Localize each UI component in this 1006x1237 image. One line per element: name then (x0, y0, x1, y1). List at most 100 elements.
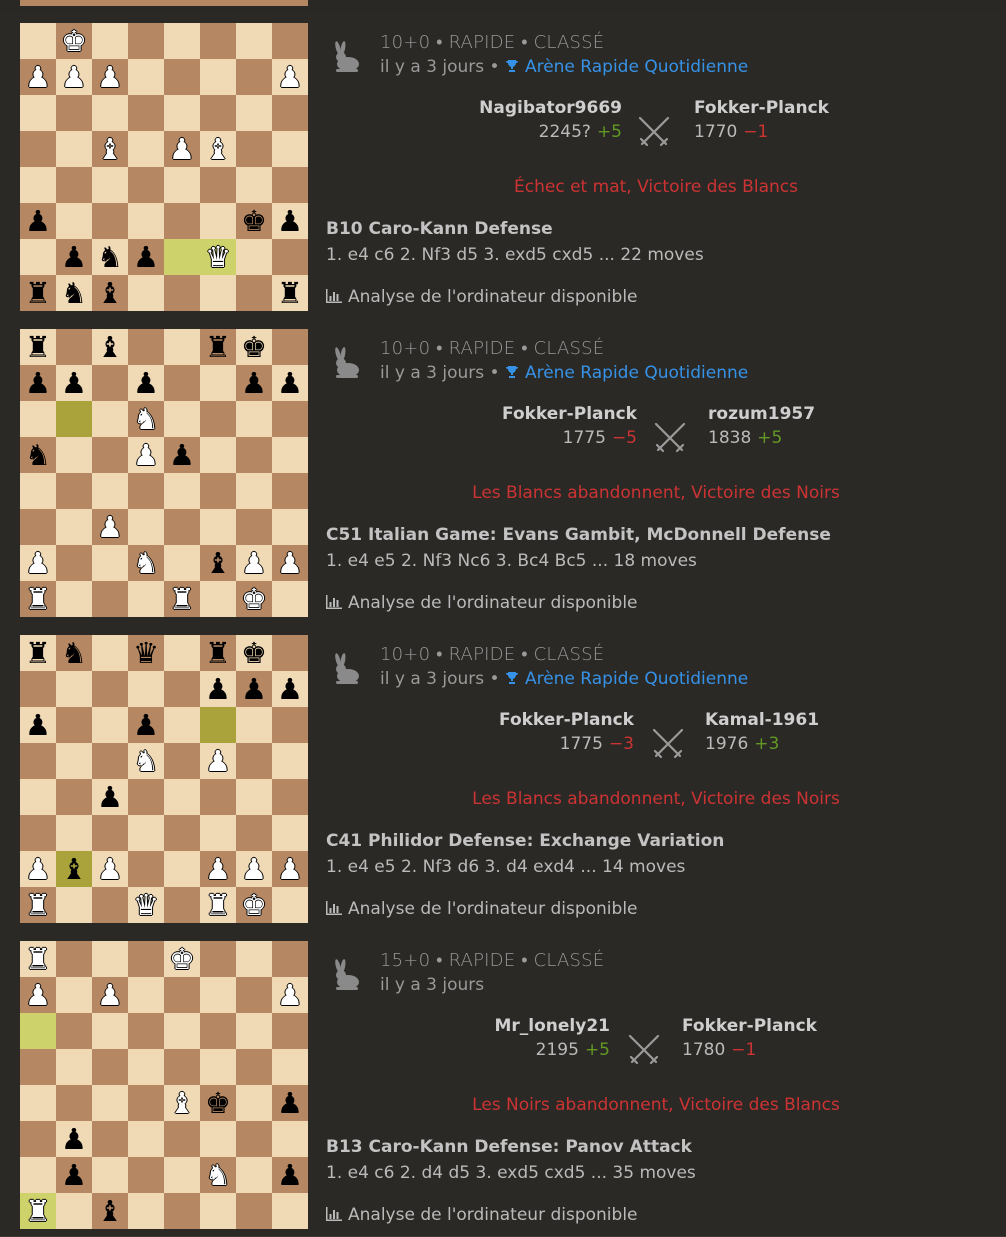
board-square (164, 203, 200, 239)
board-square (20, 509, 56, 545)
board-square (200, 401, 236, 437)
crossed-swords-icon[interactable] (650, 726, 686, 762)
board-square: ♟ (20, 203, 56, 239)
chess-board[interactable]: ♚ ♟ ♟ ♟ ♟ ♝ ♟ ♝ ♟ ♚ ♟ ♟ ♞ ♟ ♛ ♜ ♞ ♝ ♜ (20, 23, 308, 311)
board-square: ♜ (20, 635, 56, 671)
board-square (272, 329, 308, 365)
board-square (20, 1121, 56, 1157)
tournament-link[interactable]: Arène Rapide Quotidienne (505, 363, 748, 383)
board-square (128, 815, 164, 851)
board-square (164, 779, 200, 815)
chess-board[interactable]: ♜ ♞ ♛ ♜ ♚ ♟ ♟ ♟ ♟ ♟ ♞ ♟ ♟ ♟ ♝ ♟ ♟ ♟ ♟ ♜ ♛ ♜ ♚ (20, 635, 308, 923)
board-square: ♟ (272, 59, 308, 95)
board-square (92, 95, 128, 131)
white-player[interactable]: Fokker-Planck 1775 −3 (499, 710, 634, 754)
board-square: ♚ (56, 23, 92, 59)
board-square (164, 509, 200, 545)
opening-name[interactable]: C41 Philidor Defense: Exchange Variation (326, 831, 724, 851)
rating-diff: −1 (743, 122, 769, 142)
board-square (164, 23, 200, 59)
white-player[interactable]: Fokker-Planck 1775 −5 (502, 404, 637, 448)
chess-board[interactable]: ♜ ♝ ♜ ♚ ♟ ♟ ♟ ♟ ♟ ♞ ♞ ♟ ♟ ♟ ♟ ♞ ♝ ♟ ♟ ♜ ♜ ♚ (20, 329, 308, 617)
rabbit-icon (330, 958, 366, 994)
black-piece: ♞ (61, 276, 87, 310)
black-player[interactable]: Fokker-Planck 1770 −1 (694, 98, 829, 142)
board-square (164, 401, 200, 437)
white-piece: ♞ (133, 546, 159, 580)
game-row[interactable]: ♜ ♞ ♛ ♜ ♚ ♟ ♟ ♟ ♟ ♟ ♞ ♟ ♟ ♟ ♝ ♟ ♟ ♟ ♟ ♜ ♛ ♜ ♚ 10+0 • RAPIDE • C… (0, 624, 1006, 931)
chess-board[interactable]: ♜ ♚ ♟ ♟ ♟ ♝ ♚ ♟ ♟ ♟ ♞ ♟ ♜ ♝ (20, 941, 308, 1229)
game-row[interactable]: ♜ ♝ ♜ ♚ ♟ ♟ ♟ ♟ ♟ ♞ ♞ ♟ ♟ ♟ ♟ ♞ ♝ ♟ ♟ ♜ ♜ ♚ 10+0 • RAPIDE • CL… (0, 318, 1006, 625)
board-square (236, 1013, 272, 1049)
board-square (56, 131, 92, 167)
player-rating: 1770 −1 (694, 122, 829, 142)
board-square: ♟ (236, 545, 272, 581)
analysis-available[interactable]: Analyse de l'ordinateur disponible (326, 593, 638, 613)
board-square: ♝ (56, 851, 92, 887)
player-name[interactable]: Nagibator9669 (479, 98, 622, 118)
player-name[interactable]: Mr_lonely21 (494, 1016, 610, 1036)
board-square (200, 581, 236, 617)
analysis-available[interactable]: Analyse de l'ordinateur disponible (326, 1205, 638, 1225)
tournament-link[interactable]: Arène Rapide Quotidienne (505, 669, 748, 689)
rating-value: 2245? (538, 122, 591, 142)
board-square (56, 815, 92, 851)
board-square: ♟ (128, 365, 164, 401)
board-square (128, 1013, 164, 1049)
board-square (272, 1193, 308, 1229)
board-square: ♟ (92, 779, 128, 815)
board-square: ♟ (236, 671, 272, 707)
opening-name[interactable]: B13 Caro-Kann Defense: Panov Attack (326, 1137, 692, 1157)
black-player[interactable]: Kamal-1961 1976 +3 (705, 710, 819, 754)
opening-name[interactable]: C51 Italian Game: Evans Gambit, McDonnel… (326, 525, 831, 545)
player-name[interactable]: Fokker-Planck (499, 710, 634, 730)
board-square: ♞ (92, 239, 128, 275)
board-square: ♜ (20, 329, 56, 365)
board-square (200, 707, 236, 743)
game-row[interactable]: ♜ ♚ ♟ ♟ ♟ ♝ ♚ ♟ ♟ ♟ ♞ ♟ ♜ ♝ 15+0 • RAPIDE • CLASSÉ il y… (0, 930, 1006, 1237)
game-meta: il y a 3 jours • Arène Rapide Quotidienn… (380, 363, 748, 383)
player-name[interactable]: Fokker-Planck (682, 1016, 817, 1036)
game-info: 10+0 • RAPIDE • CLASSÉ il y a 3 jours • A… (326, 12, 986, 318)
rating-value: 1976 (705, 734, 749, 754)
board-square: ♞ (200, 1157, 236, 1193)
tournament-link[interactable]: Arène Rapide Quotidienne (505, 57, 748, 77)
board-square (236, 167, 272, 203)
white-piece: ♟ (97, 60, 123, 94)
black-player[interactable]: rozum1957 1838 +5 (708, 404, 815, 448)
board-square (236, 473, 272, 509)
board-square (164, 1193, 200, 1229)
opening-name[interactable]: B10 Caro-Kann Defense (326, 219, 553, 239)
crossed-swords-icon[interactable] (636, 114, 672, 150)
board-square (236, 815, 272, 851)
board-square: ♝ (200, 545, 236, 581)
white-player[interactable]: Nagibator9669 2245? +5 (479, 98, 622, 142)
black-piece: ♟ (97, 780, 123, 814)
board-square (200, 437, 236, 473)
game-row[interactable]: ♚ ♟ ♟ ♟ ♟ ♝ ♟ ♝ ♟ ♚ ♟ ♟ ♞ ♟ ♛ ♜ ♞ ♝ ♜ 10+0 • RAPIDE • CLASS… (0, 12, 1006, 319)
black-player[interactable]: Fokker-Planck 1780 −1 (682, 1016, 817, 1060)
board-square (128, 131, 164, 167)
board-square (20, 815, 56, 851)
player-name[interactable]: Fokker-Planck (694, 98, 829, 118)
bar-chart-icon (326, 900, 342, 915)
board-square (272, 1049, 308, 1085)
black-piece: ♟ (61, 366, 87, 400)
board-square (236, 59, 272, 95)
analysis-available[interactable]: Analyse de l'ordinateur disponible (326, 899, 638, 919)
rating-value: 1775 (562, 428, 606, 448)
analysis-available[interactable]: Analyse de l'ordinateur disponible (326, 287, 638, 307)
crossed-swords-icon[interactable] (652, 420, 688, 456)
white-piece: ♚ (241, 888, 267, 922)
player-name[interactable]: rozum1957 (708, 404, 815, 424)
white-player[interactable]: Mr_lonely21 2195 +5 (494, 1016, 610, 1060)
board-square (128, 1157, 164, 1193)
board-square (272, 581, 308, 617)
player-name[interactable]: Fokker-Planck (502, 404, 637, 424)
player-name[interactable]: Kamal-1961 (705, 710, 819, 730)
crossed-swords-icon[interactable] (626, 1032, 662, 1068)
board-square (164, 545, 200, 581)
black-piece: ♝ (97, 276, 123, 310)
white-piece: ♟ (133, 438, 159, 472)
white-piece: ♟ (277, 60, 303, 94)
